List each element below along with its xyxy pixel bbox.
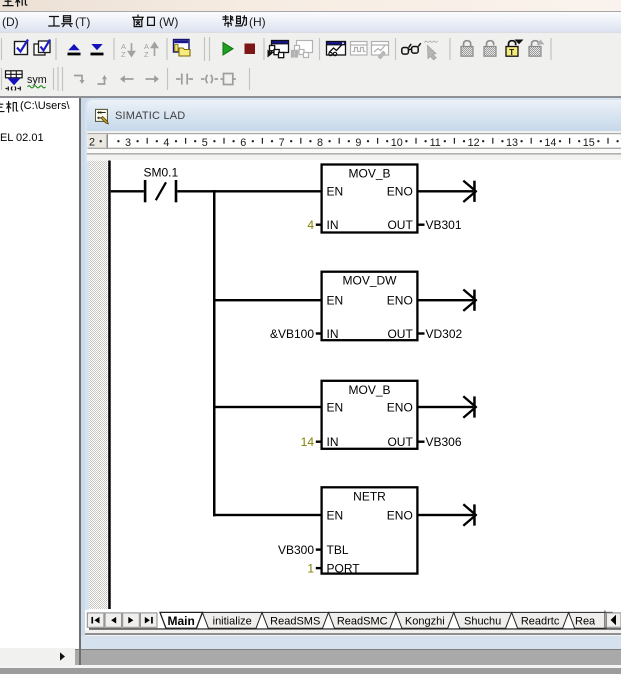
svg-text:EN: EN (327, 185, 344, 199)
svg-text:EN: EN (327, 294, 344, 308)
svg-text:9: 9 (355, 137, 361, 149)
svg-text:MOV_B: MOV_B (348, 167, 390, 181)
svg-text:EN: EN (327, 400, 344, 414)
svg-text:Main: Main (168, 614, 195, 628)
svg-text:ENO: ENO (387, 508, 413, 522)
svg-text:ENO: ENO (387, 185, 413, 199)
svg-text:15: 15 (583, 137, 595, 149)
svg-text:12: 12 (468, 137, 480, 149)
svg-text:14: 14 (544, 137, 556, 149)
svg-text:Z: Z (121, 50, 126, 59)
svg-text:MOV_B: MOV_B (348, 383, 390, 397)
svg-text:2: 2 (89, 137, 95, 149)
svg-text:Readrtc: Readrtc (521, 616, 560, 628)
svg-text:T: T (509, 48, 514, 57)
svg-text:ENO: ENO (387, 294, 413, 308)
svg-text:VB306: VB306 (426, 435, 462, 449)
svg-text:4: 4 (163, 137, 169, 149)
svg-text:VB301: VB301 (426, 218, 462, 232)
svg-text:Kongzhi: Kongzhi (405, 616, 445, 628)
svg-text:IN: IN (327, 327, 339, 341)
svg-text:IN: IN (327, 435, 339, 449)
svg-text:MOV_DW: MOV_DW (343, 274, 398, 288)
svg-text:NETR: NETR (353, 489, 386, 503)
svg-text:1: 1 (307, 561, 314, 575)
svg-text:4: 4 (307, 218, 314, 232)
svg-text:14: 14 (301, 435, 315, 449)
svg-text:&VB100: &VB100 (270, 327, 314, 341)
svg-text:OUT: OUT (387, 218, 413, 232)
svg-text:IN: IN (327, 218, 339, 232)
svg-text:TBL: TBL (327, 543, 349, 557)
svg-text:OUT: OUT (387, 327, 413, 341)
svg-text:OUT: OUT (387, 435, 413, 449)
svg-text:13: 13 (506, 137, 518, 149)
svg-text:VB300: VB300 (278, 543, 314, 557)
svg-text:ReadSMC: ReadSMC (337, 616, 388, 628)
svg-text:8: 8 (317, 137, 323, 149)
svg-text:Rea: Rea (575, 616, 596, 628)
svg-text:sym: sym (27, 74, 47, 86)
svg-text:11: 11 (430, 137, 441, 149)
svg-text:PORT: PORT (327, 561, 361, 575)
svg-text:initialize: initialize (213, 616, 252, 628)
svg-text:10: 10 (391, 137, 403, 149)
svg-text:VD302: VD302 (426, 327, 463, 341)
svg-text:EN: EN (327, 508, 344, 522)
svg-text:6: 6 (240, 137, 246, 149)
svg-text:3: 3 (125, 137, 131, 149)
svg-text:Z: Z (144, 50, 149, 59)
svg-text:ReadSMS: ReadSMS (270, 616, 320, 628)
svg-text:Shuchu: Shuchu (464, 616, 501, 628)
svg-text:ENO: ENO (387, 400, 413, 414)
svg-text:5: 5 (202, 137, 208, 149)
svg-text:7: 7 (279, 137, 285, 149)
svg-text:SM0.1: SM0.1 (143, 166, 178, 180)
